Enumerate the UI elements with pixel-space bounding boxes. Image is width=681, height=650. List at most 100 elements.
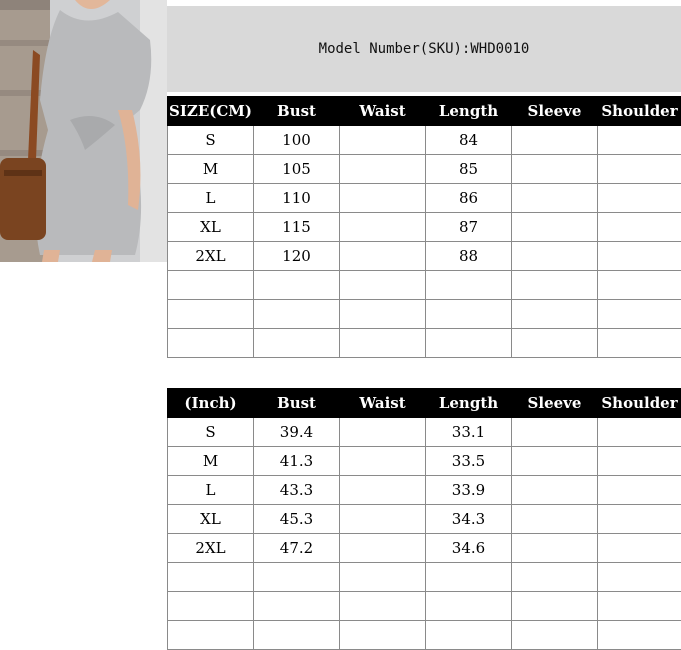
size-label-cell: S (168, 418, 254, 447)
table-row (168, 563, 681, 592)
measurement-cell: 84 (426, 126, 512, 155)
measurement-cell: 34.6 (426, 534, 512, 563)
column-header: Waist (340, 97, 426, 126)
size-label-cell: L (168, 476, 254, 505)
measurement-cell (512, 300, 598, 329)
measurement-cell (340, 242, 426, 271)
measurement-cell (512, 621, 598, 650)
measurement-cell: 34.3 (426, 505, 512, 534)
measurement-cell: 41.3 (254, 447, 340, 476)
measurement-cell (598, 155, 681, 184)
column-header: Length (426, 97, 512, 126)
measurement-cell (598, 534, 681, 563)
measurement-cell (340, 184, 426, 213)
size-label-cell: L (168, 184, 254, 213)
column-header: Bust (254, 389, 340, 418)
measurement-cell (512, 184, 598, 213)
table-row: 2XL12088 (168, 242, 681, 271)
table-row (168, 329, 681, 358)
measurement-cell: 87 (426, 213, 512, 242)
column-header: Shoulder (598, 97, 681, 126)
measurement-cell (340, 329, 426, 358)
size-label-cell (168, 300, 254, 329)
measurement-cell (598, 476, 681, 505)
measurement-cell (340, 505, 426, 534)
measurement-cell (598, 300, 681, 329)
table-header-row: (Inch)BustWaistLengthSleeveShoulder (168, 389, 681, 418)
table-row: S10084 (168, 126, 681, 155)
measurement-cell (340, 126, 426, 155)
measurement-cell (340, 621, 426, 650)
measurement-cell (598, 505, 681, 534)
measurement-cell (426, 563, 512, 592)
size-label-cell (168, 621, 254, 650)
product-photo (0, 0, 167, 262)
column-header: Sleeve (512, 389, 598, 418)
column-header: Length (426, 389, 512, 418)
table-row (168, 300, 681, 329)
measurement-cell (598, 184, 681, 213)
table-row: S39.433.1 (168, 418, 681, 447)
measurement-cell (598, 271, 681, 300)
measurement-cell: 86 (426, 184, 512, 213)
measurement-cell (512, 242, 598, 271)
measurement-cell (340, 447, 426, 476)
measurement-cell (340, 271, 426, 300)
measurement-cell (254, 329, 340, 358)
size-label-cell: S (168, 126, 254, 155)
measurement-cell (512, 418, 598, 447)
measurement-cell (340, 300, 426, 329)
measurement-cell (512, 329, 598, 358)
measurement-cell (254, 563, 340, 592)
measurement-cell (512, 476, 598, 505)
measurement-cell (340, 213, 426, 242)
measurement-cell (254, 621, 340, 650)
measurement-cell (254, 271, 340, 300)
measurement-cell (512, 213, 598, 242)
column-header: Waist (340, 389, 426, 418)
measurement-cell (254, 592, 340, 621)
measurement-cell: 33.9 (426, 476, 512, 505)
table-header-row: SIZE(CM)BustWaistLengthSleeveShoulder (168, 97, 681, 126)
measurement-cell: 115 (254, 213, 340, 242)
table-row: L110 86 (168, 184, 681, 213)
size-label-cell (168, 563, 254, 592)
size-label-cell: XL (168, 213, 254, 242)
measurement-cell: 45.3 (254, 505, 340, 534)
measurement-cell (254, 300, 340, 329)
inch-size-table: (Inch)BustWaistLengthSleeveShoulder S39.… (167, 388, 681, 650)
measurement-cell (512, 447, 598, 476)
measurement-cell (426, 621, 512, 650)
measurement-cell: 33.5 (426, 447, 512, 476)
table-row: M41.3 33.5 (168, 447, 681, 476)
table-row: XL115 87 (168, 213, 681, 242)
dress-photo-image (0, 0, 167, 262)
measurement-cell (512, 592, 598, 621)
measurement-cell (340, 155, 426, 184)
measurement-cell: 85 (426, 155, 512, 184)
measurement-cell (426, 271, 512, 300)
size-label-cell (168, 329, 254, 358)
table-row: M10585 (168, 155, 681, 184)
measurement-cell (598, 621, 681, 650)
measurement-cell (598, 418, 681, 447)
measurement-cell (512, 505, 598, 534)
column-header: Bust (254, 97, 340, 126)
measurement-cell (598, 126, 681, 155)
measurement-cell (340, 534, 426, 563)
measurement-cell (598, 592, 681, 621)
size-label-cell: M (168, 447, 254, 476)
table-row: XL45.334.3 (168, 505, 681, 534)
measurement-cell: 110 (254, 184, 340, 213)
column-header: Sleeve (512, 97, 598, 126)
measurement-cell: 88 (426, 242, 512, 271)
size-sheet: Model Number(SKU):WHD0010 SIZE(CM)BustWa… (167, 0, 681, 641)
measurement-cell (512, 271, 598, 300)
measurement-cell (598, 447, 681, 476)
cm-size-table: SIZE(CM)BustWaistLengthSleeveShoulder S1… (167, 96, 681, 358)
size-label-cell (168, 271, 254, 300)
table-row: L43.333.9 (168, 476, 681, 505)
size-label-cell: M (168, 155, 254, 184)
measurement-cell (426, 592, 512, 621)
measurement-cell: 39.4 (254, 418, 340, 447)
